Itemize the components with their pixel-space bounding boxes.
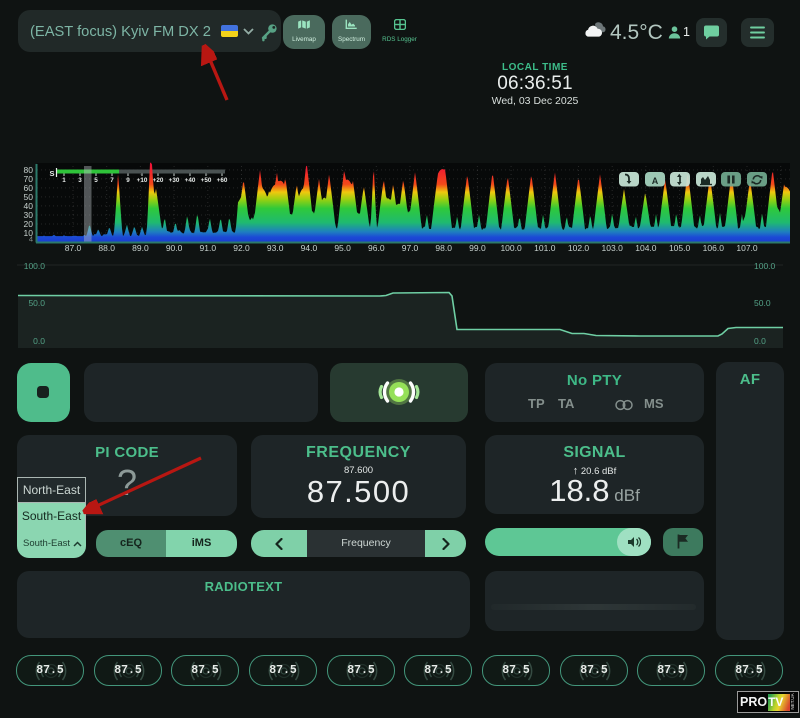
svg-text:101.0: 101.0 [534,243,556,253]
svg-text:91.0: 91.0 [200,243,217,253]
svg-text:9: 9 [126,177,130,184]
svg-text:87.0: 87.0 [65,243,82,253]
svg-text:20: 20 [24,219,34,229]
svg-text:3: 3 [78,177,82,184]
svg-text:96.0: 96.0 [368,243,385,253]
svg-text:7: 7 [110,177,114,184]
svg-text:100.0: 100.0 [500,243,522,253]
svg-text:0.0: 0.0 [33,336,45,346]
svg-text:40: 40 [24,201,34,211]
svg-text:100.0: 100.0 [754,261,776,271]
svg-text:93.0: 93.0 [267,243,284,253]
svg-text:70: 70 [24,174,34,184]
svg-text:60: 60 [24,183,34,193]
svg-text:88.0: 88.0 [98,243,115,253]
svg-text:5: 5 [94,177,98,184]
svg-text:NET.UA: NET.UA [790,692,795,709]
svg-text:100.0: 100.0 [24,261,46,271]
svg-text:+50: +50 [201,177,212,184]
svg-text:S: S [49,169,54,178]
svg-text:+30: +30 [169,177,180,184]
svg-text:0.0: 0.0 [754,336,766,346]
svg-text:89.0: 89.0 [132,243,149,253]
svg-text:94.0: 94.0 [301,243,318,253]
svg-text:102.0: 102.0 [568,243,590,253]
svg-text:105.0: 105.0 [669,243,691,253]
svg-text:92.0: 92.0 [233,243,250,253]
svg-text:80: 80 [24,165,34,175]
svg-text:104.0: 104.0 [635,243,657,253]
svg-text:99.0: 99.0 [469,243,486,253]
svg-text:30: 30 [24,210,34,220]
svg-text:+20: +20 [153,177,164,184]
svg-text:+40: +40 [185,177,196,184]
svg-text:50: 50 [24,192,34,202]
svg-text:50.0: 50.0 [28,298,45,308]
svg-text:97.0: 97.0 [402,243,419,253]
svg-text:A: A [652,176,659,186]
svg-text:107.0: 107.0 [736,243,758,253]
svg-text:103.0: 103.0 [602,243,624,253]
svg-text:+60: +60 [217,177,228,184]
svg-text:4: 4 [29,235,33,244]
svg-text:106.0: 106.0 [703,243,725,253]
svg-text:+10: +10 [137,177,148,184]
svg-text:1: 1 [62,177,66,184]
svg-text:98.0: 98.0 [435,243,452,253]
svg-text:95.0: 95.0 [334,243,351,253]
svg-text:50.0: 50.0 [754,298,771,308]
svg-text:90.0: 90.0 [166,243,183,253]
